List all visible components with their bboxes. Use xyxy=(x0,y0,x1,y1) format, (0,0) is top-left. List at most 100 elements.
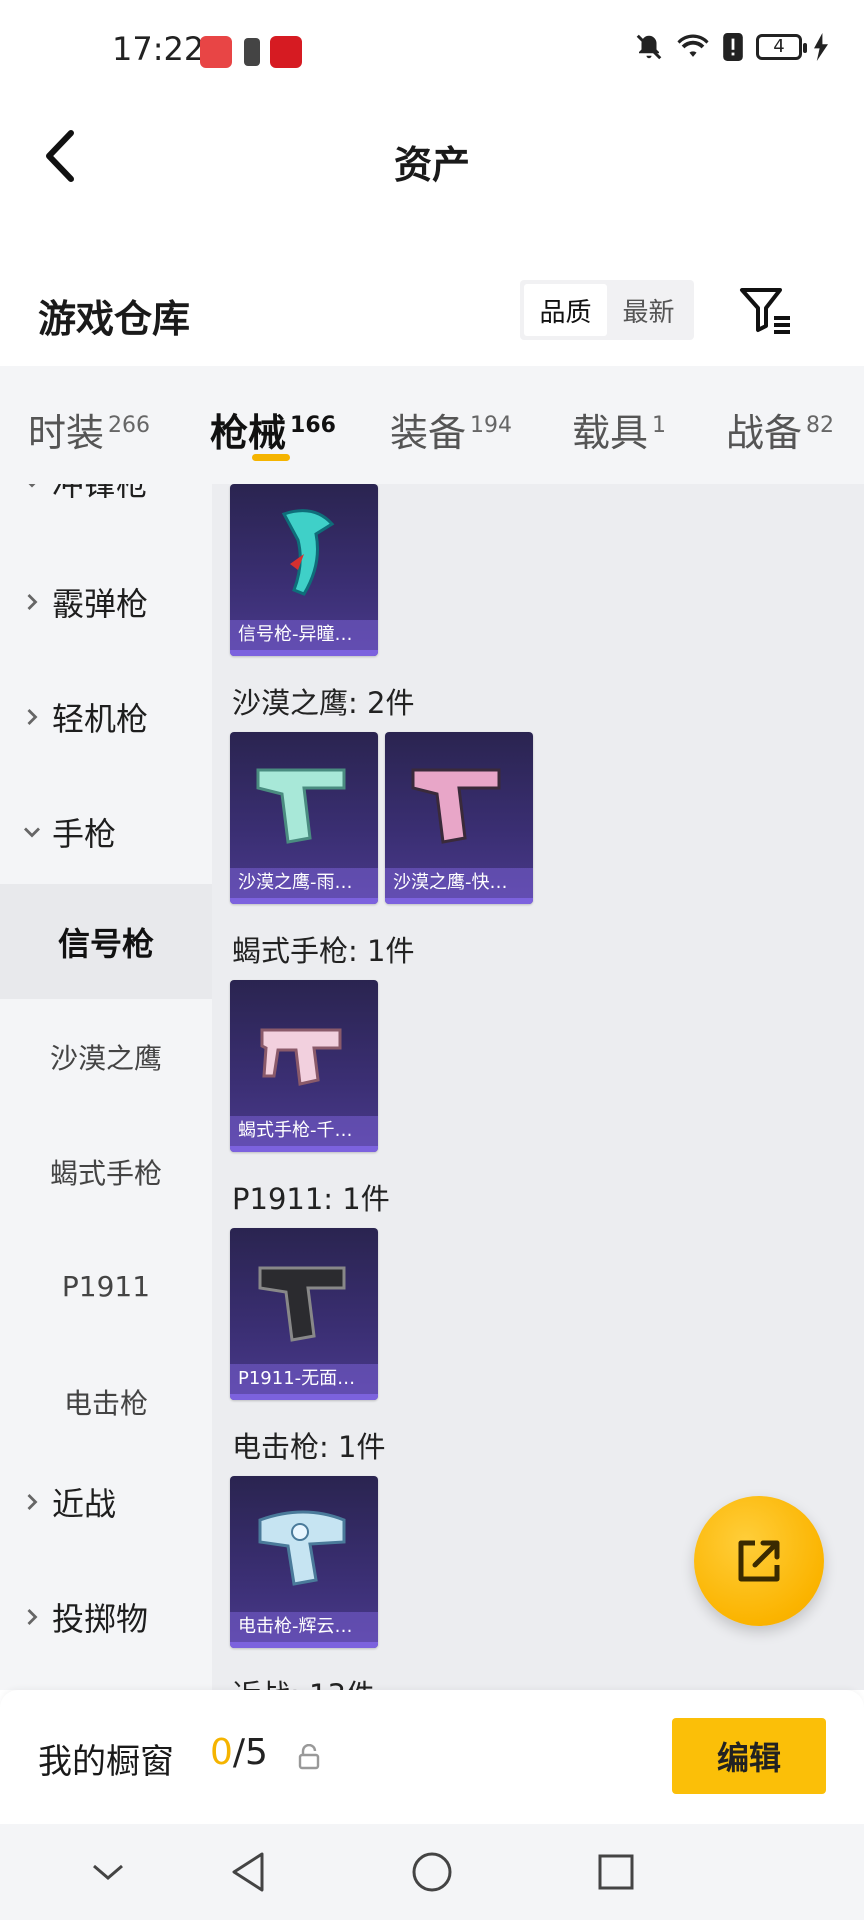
tab-firearms[interactable]: 枪械 166 xyxy=(210,402,336,457)
tab-count: 166 xyxy=(290,413,336,438)
tab-supplies[interactable]: 战备 82 xyxy=(726,402,834,457)
filter-button[interactable] xyxy=(736,280,796,340)
triangle-back-icon xyxy=(232,1852,264,1892)
sidebar-sub-p1911[interactable]: P1911 xyxy=(0,1229,212,1344)
chevron-right-icon xyxy=(27,1608,38,1625)
sidebar-item-label: 近战 xyxy=(52,1484,117,1523)
chevron-right-icon xyxy=(27,708,38,725)
sort-quality-button[interactable]: 品质 xyxy=(524,284,607,336)
edit-button[interactable]: 编辑 xyxy=(672,1718,826,1794)
section-header: 游戏仓库 品质 最新 xyxy=(0,260,864,360)
rarity-bar xyxy=(230,1394,378,1400)
sidebar-sub-flare-gun[interactable]: 信号枪 xyxy=(0,884,212,999)
weapon-category-sidebar: 冲锋枪 霰弹枪 轻机枪 手枪 信号枪 沙漠之鹰 蝎式手枪 P1911 电击枪 近… xyxy=(0,484,212,1690)
tab-count: 194 xyxy=(470,413,513,438)
active-tab-indicator xyxy=(252,454,290,461)
battery-icon: 4 xyxy=(756,34,807,60)
sort-newest-button[interactable]: 最新 xyxy=(607,284,690,336)
battery-saver-icon xyxy=(244,38,260,66)
flare-gun-icon xyxy=(281,509,335,596)
tab-count: 1 xyxy=(652,413,667,438)
showcase-count: 0/5 xyxy=(210,1732,268,1773)
sidebar-sub-desert-eagle[interactable]: 沙漠之鹰 xyxy=(0,999,212,1114)
desert-eagle-icon xyxy=(256,768,346,844)
tab-count: 266 xyxy=(108,413,151,438)
nav-home-button[interactable] xyxy=(402,1844,462,1900)
sort-toggle: 品质 最新 xyxy=(520,280,694,340)
group-title: P1911: 1件 xyxy=(232,1182,390,1216)
sidebar-item-label: 手枪 xyxy=(52,814,117,853)
item-card-label: 沙漠之鹰-快… xyxy=(385,868,533,898)
sidebar-sub-stun-gun[interactable]: 电击枪 xyxy=(0,1344,212,1459)
showcase-separator: / xyxy=(232,1732,246,1773)
chevron-right-icon xyxy=(27,593,38,610)
sidebar-item-melee[interactable]: 近战 xyxy=(0,1444,212,1559)
section-title: 游戏仓库 xyxy=(38,297,191,341)
item-card-label: 蝎式手枪-千… xyxy=(230,1116,378,1146)
tab-count: 82 xyxy=(806,413,835,438)
share-fab-button[interactable] xyxy=(694,1496,824,1626)
category-tabs: 时装 266 枪械 166 装备 194 载具 1 战备 82 xyxy=(0,366,864,484)
item-card-label: 电击枪-辉云… xyxy=(230,1612,378,1642)
square-recents-icon xyxy=(598,1854,634,1890)
nav-recents-button[interactable] xyxy=(586,1844,646,1900)
group-title: 电击枪: 1件 xyxy=(232,1430,386,1464)
wifi-icon xyxy=(677,34,709,57)
tab-fashion[interactable]: 时装 266 xyxy=(28,402,150,457)
share-external-icon xyxy=(738,1540,780,1582)
sidebar-item-label: 轻机枪 xyxy=(52,699,149,738)
showcase-current: 0 xyxy=(210,1732,233,1773)
item-card[interactable]: P1911-无面… xyxy=(230,1228,378,1400)
chevron-down-icon xyxy=(93,1864,123,1880)
system-nav-bar xyxy=(0,1824,864,1920)
item-card[interactable]: 信号枪-异瞳… xyxy=(230,484,378,656)
item-card[interactable]: 蝎式手枪-千… xyxy=(230,980,378,1152)
chevron-right-icon xyxy=(27,1493,38,1510)
chevron-down-icon xyxy=(24,827,40,837)
circle-home-icon xyxy=(412,1852,452,1892)
showcase-max: 5 xyxy=(245,1732,268,1773)
rarity-bar xyxy=(230,1642,378,1648)
stun-gun-icon xyxy=(258,1510,346,1586)
group-title: 近战: 13件 xyxy=(232,1672,375,1690)
desert-eagle-icon xyxy=(411,768,501,844)
tab-equipment[interactable]: 装备 194 xyxy=(390,402,512,457)
item-card-label: 信号枪-异瞳… xyxy=(230,620,378,650)
item-card[interactable]: 沙漠之鹰-快… xyxy=(385,732,533,904)
tab-label: 枪械 xyxy=(210,411,287,455)
group-title: 蝎式手枪: 1件 xyxy=(232,934,415,968)
rarity-bar xyxy=(230,650,378,656)
item-card[interactable]: 沙漠之鹰-雨… xyxy=(230,732,378,904)
sidebar-item-label: 投掷物 xyxy=(52,1599,149,1638)
sidebar-item-label: 冲锋枪 xyxy=(52,484,148,505)
mute-bell-icon xyxy=(636,34,662,60)
tab-label: 载具 xyxy=(572,411,649,455)
sidebar-item-smg[interactable]: 冲锋枪 xyxy=(0,484,212,539)
showcase-bar: 我的橱窗 0/5 编辑 xyxy=(0,1690,864,1824)
sidebar-item-lmg[interactable]: 轻机枪 xyxy=(0,659,212,774)
sidebar-item-pistol[interactable]: 手枪 xyxy=(0,774,212,889)
app-header: 资产 xyxy=(0,104,864,208)
sidebar-item-throwable[interactable]: 投掷物 xyxy=(0,1559,212,1674)
filter-icon xyxy=(740,288,790,334)
huawei-app-icon xyxy=(200,36,232,68)
rarity-bar xyxy=(230,1146,378,1152)
lock-icon xyxy=(298,1744,320,1770)
tab-label: 时装 xyxy=(28,411,105,455)
sidebar-item-shotgun[interactable]: 霰弹枪 xyxy=(0,544,212,659)
page-title: 资产 xyxy=(393,143,470,187)
showcase-label: 我的橱窗 xyxy=(38,1742,174,1782)
rarity-bar xyxy=(230,898,378,904)
sidebar-sub-scorpion[interactable]: 蝎式手枪 xyxy=(0,1114,212,1229)
tab-label: 装备 xyxy=(390,411,467,455)
alert-icon xyxy=(723,33,743,61)
group-title: 沙漠之鹰: 2件 xyxy=(232,686,415,720)
nav-hide-button[interactable] xyxy=(78,1844,138,1900)
item-card-label: P1911-无面… xyxy=(230,1364,378,1394)
tab-vehicles[interactable]: 载具 1 xyxy=(572,402,666,457)
status-icons: 4 xyxy=(634,32,828,62)
sidebar-item-label: 霰弹枪 xyxy=(52,584,149,623)
scorpion-pistol-icon xyxy=(260,1028,342,1086)
item-card[interactable]: 电击枪-辉云… xyxy=(230,1476,378,1648)
nav-back-button[interactable] xyxy=(218,1844,278,1900)
